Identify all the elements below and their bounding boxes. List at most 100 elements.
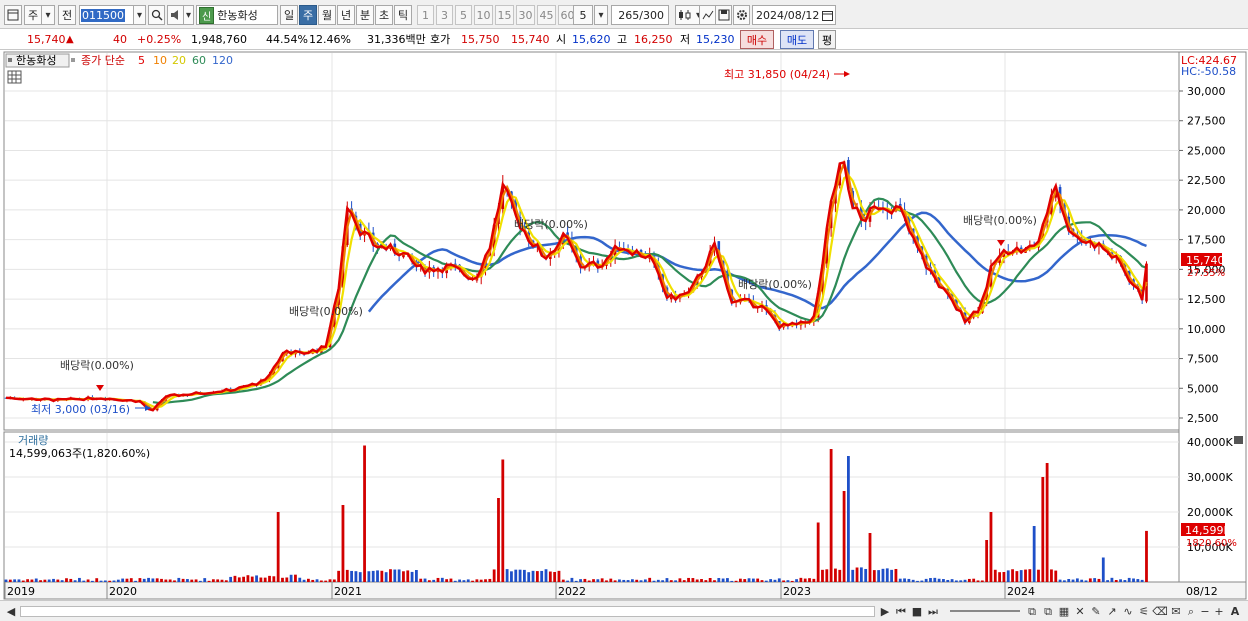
stock-code-input[interactable]: 011500 — [79, 5, 134, 25]
period-button-1[interactable]: 주 — [299, 5, 317, 25]
volume-bar — [773, 579, 777, 582]
speaker-button[interactable] — [167, 5, 184, 25]
interval-button-10[interactable]: 10 — [474, 5, 493, 25]
volume-bar — [1093, 578, 1097, 582]
volume-bar — [747, 578, 751, 582]
volume-bar — [834, 568, 837, 582]
volume-bar — [708, 578, 712, 582]
zoom-in-icon[interactable]: + — [1213, 604, 1225, 619]
forward-icon[interactable]: ⏭ — [926, 604, 940, 619]
cross-icon[interactable]: ✕ — [1074, 604, 1086, 619]
interval-value-field[interactable]: 5 — [573, 5, 593, 25]
eval-button[interactable]: 평 — [818, 30, 836, 49]
date-field[interactable]: 2024/08/12 — [752, 5, 836, 25]
ma-legend-20[interactable]: 20 — [172, 54, 186, 67]
save-button[interactable] — [715, 5, 732, 25]
candle-type-button[interactable] — [675, 5, 695, 25]
interval-button-3[interactable]: 3 — [436, 5, 453, 25]
copy-icon[interactable]: ⧉ — [1026, 604, 1038, 619]
volume-bar — [540, 570, 544, 582]
ma-legend-120[interactable]: 120 — [212, 54, 233, 67]
scroll-left-icon[interactable]: ◀ — [6, 604, 16, 619]
volume-bar — [911, 579, 915, 582]
price-tick-label: 25,000 — [1187, 144, 1226, 157]
volume-bar — [812, 578, 816, 582]
layout-icon[interactable]: ⧉ — [1042, 604, 1054, 619]
volume-bar — [898, 578, 902, 582]
period-button-6[interactable]: 틱 — [394, 5, 412, 25]
period-button-5[interactable]: 초 — [375, 5, 393, 25]
ma-legend-5[interactable]: 5 — [138, 54, 145, 67]
stock-code-dropdown[interactable] — [133, 5, 146, 25]
volume-bar — [129, 578, 133, 582]
volume-bar — [726, 578, 729, 582]
dividend-label-5: 배당락(0.00%) — [963, 214, 1037, 227]
table-view-button[interactable] — [7, 70, 22, 84]
pen-icon[interactable]: ✎ — [1090, 604, 1102, 619]
pattern-icon[interactable]: ⚟ — [1138, 604, 1150, 619]
period-type-select[interactable]: 주 — [24, 5, 42, 25]
interval-button-45[interactable]: 45 — [537, 5, 556, 25]
price-tick-label: 27,500 — [1187, 115, 1226, 128]
period-button-0[interactable]: 일 — [280, 5, 298, 25]
search-button[interactable] — [148, 5, 165, 25]
prev-button[interactable]: 전 — [58, 5, 76, 25]
volume-panel-close-icon[interactable] — [1234, 436, 1243, 444]
volume-bar — [475, 579, 479, 582]
scroll-bar[interactable]: ◀ ▶ ⏮ ■ ⏭ ⧉ ⧉ ▦ ✕ ✎ ↗ ∿ ⚟ ⌫ ✉ ⌕ − + A — [0, 600, 1248, 621]
zoom-out-icon[interactable]: − — [1199, 604, 1211, 619]
wave-icon[interactable]: ∿ — [1122, 604, 1134, 619]
trend-icon[interactable]: ↗ — [1106, 604, 1118, 619]
count-field[interactable]: 265/300 — [611, 5, 669, 25]
zoom-slider[interactable] — [950, 610, 1020, 612]
stop-icon[interactable]: ■ — [910, 604, 924, 619]
chart-area[interactable]: 30,000 27,500 25,000 22,500 20,000 17,500 15,0… — [0, 50, 1248, 600]
volume-tick-label: 30,000K — [1187, 471, 1233, 484]
volume-bar — [825, 569, 829, 582]
scroll-right-icon[interactable]: ▶ — [879, 604, 891, 619]
settings-button[interactable] — [733, 5, 750, 25]
scroll-track[interactable] — [20, 606, 875, 617]
ask-price: 15,750 — [461, 33, 500, 46]
period-type-dropdown[interactable] — [42, 5, 55, 25]
speaker-dropdown[interactable] — [184, 5, 194, 25]
stock-chart[interactable]: 30,00027,50025,00022,50020,00017,50015,0… — [0, 50, 1248, 600]
draw-tool-button[interactable] — [699, 5, 716, 25]
ma-legend-60[interactable]: 60 — [192, 54, 206, 67]
grid-icon[interactable]: ▦ — [1058, 604, 1070, 619]
zoom-search-icon[interactable]: ⌕ — [1185, 604, 1197, 619]
sell-button[interactable]: 매도 — [780, 30, 814, 49]
rewind-icon[interactable]: ⏮ — [894, 604, 908, 619]
volume-bar — [397, 569, 401, 582]
period-button-4[interactable]: 분 — [356, 5, 374, 25]
interval-button-15[interactable]: 15 — [495, 5, 514, 25]
volume-bar — [354, 571, 358, 582]
ma-legend-10[interactable]: 10 — [153, 54, 167, 67]
eraser-icon[interactable]: ⌫ — [1152, 604, 1168, 619]
volume-bar — [186, 579, 189, 582]
volume-bar — [643, 579, 647, 582]
stock-label-marker — [8, 58, 12, 62]
volume-bar — [1071, 579, 1075, 582]
volume-bar — [199, 580, 202, 582]
font-size-icon[interactable]: A — [1228, 604, 1242, 619]
volume-bar — [410, 571, 414, 582]
volume-bar — [790, 580, 794, 582]
volume-bar — [1045, 463, 1049, 582]
buy-button[interactable]: 매수 — [740, 30, 774, 49]
volume-bar — [69, 578, 73, 582]
volume-bar — [1015, 571, 1019, 582]
interval-button-30[interactable]: 30 — [516, 5, 535, 25]
volume-bar — [190, 579, 194, 582]
interval-dropdown[interactable] — [594, 5, 608, 25]
chat-icon[interactable]: ✉ — [1170, 604, 1182, 619]
volume-bar — [760, 580, 764, 582]
stock-name-field[interactable]: 신 한농화성 — [196, 5, 278, 25]
volume-bar — [1088, 578, 1092, 582]
chart-type-icon[interactable] — [4, 5, 22, 25]
interval-button-1[interactable]: 1 — [417, 5, 434, 25]
volume-bar — [972, 578, 976, 582]
interval-button-5[interactable]: 5 — [455, 5, 472, 25]
period-button-2[interactable]: 월 — [318, 5, 336, 25]
period-button-3[interactable]: 년 — [337, 5, 355, 25]
